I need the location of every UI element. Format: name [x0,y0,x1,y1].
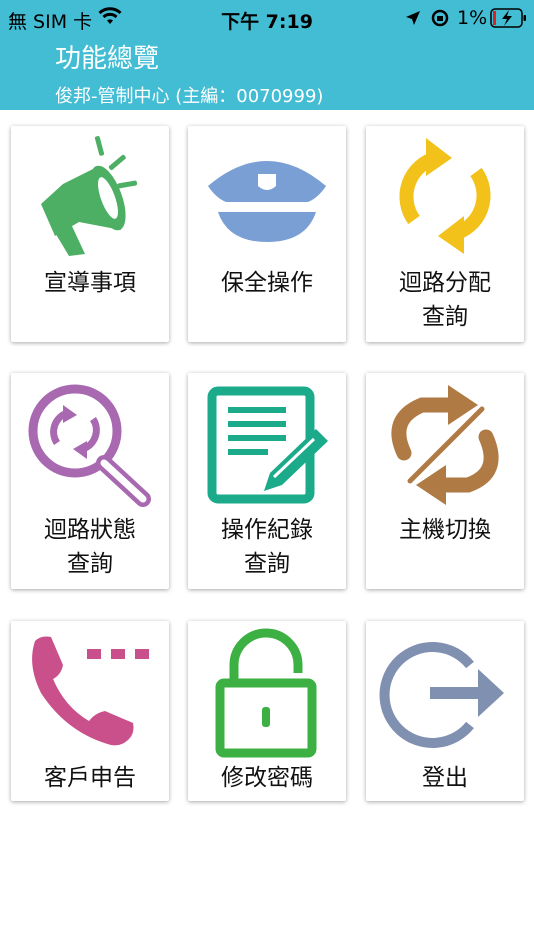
tile-operation-log-query[interactable]: 操作紀錄 查詢 [188,373,346,589]
tile-customer-report[interactable]: 客戶申告 [11,621,169,801]
tile-label: 宣導事項 [44,270,136,296]
page-title: 功能總覽 [55,44,160,74]
tile-label: 操作紀錄 查詢 [221,517,313,577]
tile-label: 主機切換 [399,517,491,543]
rotation-lock-icon [430,8,450,33]
unlock-icon [188,621,346,761]
tile-host-switch[interactable]: 主機切換 [366,373,524,589]
clock: 下午 7:19 [221,11,313,33]
police-cap-icon [188,126,346,266]
status-bar: 無 SIM 卡 下午 7:19 1% [0,0,534,36]
battery-percent: 1% [457,7,488,29]
tile-security-operations[interactable]: 保全操作 [188,126,346,342]
tile-label: 迴路分配 查詢 [399,270,491,330]
tile-change-password[interactable]: 修改密碼 [188,621,346,801]
tile-label: 修改密碼 [221,765,313,791]
tile-logout[interactable]: 登出 [366,621,524,801]
tile-loop-assignment-query[interactable]: 迴路分配 查詢 [366,126,524,342]
tile-label: 迴路狀態 查詢 [44,517,136,577]
tile-label: 保全操作 [221,270,313,296]
tile-label: 登出 [422,765,468,791]
tile-label: 客戶申告 [44,765,136,791]
search-refresh-icon [11,373,169,513]
logout-icon [366,621,524,761]
megaphone-icon [11,126,169,266]
page-subtitle: 俊邦-管制中心 (主編：0070999) [55,86,324,107]
refresh-arrows-icon [366,126,524,266]
phone-icon [11,621,169,761]
switch-arrows-icon [366,373,524,513]
app-header: 無 SIM 卡 下午 7:19 1% 功能總覽 俊邦-管制中心 (主編：0070… [0,0,534,110]
tile-loop-status-query[interactable]: 迴路狀態 查詢 [11,373,169,589]
battery-icon [490,8,528,33]
tile-announcements[interactable]: 宣導事項 [11,126,169,342]
location-icon [405,9,421,31]
edit-document-icon [188,373,346,513]
